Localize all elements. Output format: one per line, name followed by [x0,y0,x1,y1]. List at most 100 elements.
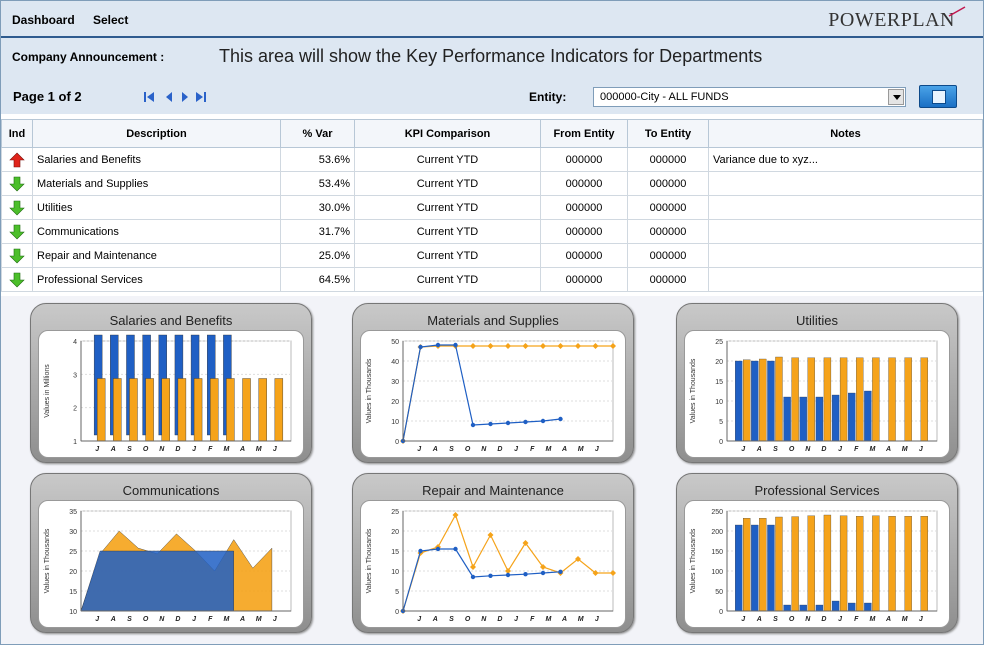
y-tick-label: 15 [391,549,399,556]
page-indicator: Page 1 of 2 [13,89,82,104]
bar [920,357,928,442]
notes-cell [708,171,983,196]
bar [735,524,743,612]
indicator-cell [1,171,33,196]
bar [815,396,824,442]
bar [775,356,783,442]
x-tick-label: O [143,446,149,453]
to-entity-cell: 000000 [627,267,709,292]
from-entity-cell: 000000 [540,171,628,196]
area-series [80,550,234,612]
bar [743,359,751,442]
bar [759,518,767,612]
table-row[interactable]: Salaries and Benefits 53.6% Current YTD 000… [1,147,983,172]
kpi-cell: Current YTD [354,267,541,292]
from-entity-cell: 000000 [540,195,628,220]
x-tick-label: J [417,446,422,453]
indicator-cell [1,219,33,244]
x-tick-label: F [208,446,213,453]
last-page-icon[interactable] [195,91,207,103]
chart-title: Communications [122,483,220,498]
col-ind: Ind [1,119,33,148]
bar [856,516,864,612]
to-entity-cell: 000000 [627,147,709,172]
kpi-cell: Current YTD [354,243,541,268]
var-cell: 25.0% [280,243,355,268]
next-page-icon[interactable] [179,91,191,103]
col-from-entity: From Entity [540,119,628,148]
announcement-text: This area will show the Key Performance … [219,46,763,66]
x-tick-label: S [449,616,454,623]
col-kpi-comparison: KPI Comparison [354,119,541,148]
y-tick-label: 0 [719,609,723,616]
x-tick-label: J [514,446,519,453]
chart-panel-repair: Repair and Maintenance 0 5 10 15 20 25 Values i… [352,473,634,633]
col-notes: Notes [708,119,983,148]
logo-swoosh-icon [948,6,966,17]
menu-dashboard[interactable]: Dashboard [12,13,75,27]
menu-select[interactable]: Select [93,13,128,27]
from-entity-cell: 000000 [540,243,628,268]
to-entity-cell: 000000 [627,171,709,196]
x-tick-label: F [208,616,213,623]
bar [775,516,783,612]
y-axis-label: Values in Thousands [366,358,373,423]
entity-select[interactable]: 000000-City - ALL FUNDS [593,87,906,107]
x-tick-label: N [805,446,811,453]
bar [904,357,912,442]
y-tick-label: 5 [719,419,723,426]
arrow-down-icon [9,248,25,263]
x-tick-label: S [127,616,132,623]
bar [759,358,767,442]
table-row[interactable]: Materials and Supplies 53.4% Current YTD 00… [1,171,983,196]
y-tick-label: 30 [391,379,399,386]
y-tick-label: 35 [69,509,77,516]
var-cell: 64.5% [280,267,355,292]
data-point [470,574,476,580]
x-tick-label: A [756,446,762,453]
table-row[interactable]: Professional Services 64.5% Current YTD 000… [1,267,983,292]
table-row[interactable]: Communications 31.7% Current YTD 000000 0000… [1,219,983,244]
x-tick-label: A [885,446,891,453]
bar [210,378,219,442]
x-tick-label: J [192,616,197,623]
y-tick-label: 1 [73,439,77,446]
bar [96,378,106,442]
go-button[interactable] [919,85,957,108]
x-tick-label: J [919,616,924,623]
bar [807,515,815,612]
x-tick-label: A [110,446,116,453]
data-point [435,342,441,348]
data-point [505,420,511,426]
table-row[interactable]: Repair and Maintenance 25.0% Current YTD 00… [1,243,983,268]
first-page-icon[interactable] [143,91,155,103]
notes-cell [708,243,983,268]
x-tick-label: A [561,446,567,453]
to-entity-cell: 000000 [627,219,709,244]
y-tick-label: 10 [69,609,77,616]
y-tick-label: 2 [73,406,77,413]
x-tick-label: N [159,616,165,623]
bar [888,357,896,442]
x-tick-label: M [869,616,875,623]
x-tick-label: M [545,446,551,453]
from-entity-cell: 000000 [540,219,628,244]
previous-page-icon[interactable] [163,91,175,103]
bar [161,378,170,442]
y-tick-label: 50 [391,339,399,346]
chart-utilities: 0 5 10 15 20 25 Values in Thousands J A S O N D J F M A M… [690,339,938,453]
dropdown-arrow-icon[interactable] [888,89,904,105]
x-tick-label: M [545,616,551,623]
table-header-row: Ind Description % Var KPI Comparison Fro… [1,119,983,148]
bar [113,378,122,442]
chart-communications: 10 15 20 25 30 35 Values in Thousands J A S O N D J F M… [44,509,292,623]
data-point [523,572,528,577]
chart-panel-salaries: Salaries and Benefits 1 2 3 4 Values in Milli… [30,303,312,463]
header-area: Dashboard Select POWERPLAN Company Annou… [1,1,983,114]
y-tick-label: 50 [715,589,723,596]
data-point [558,569,563,574]
indicator-cell [1,243,33,268]
table-row[interactable]: Utilities 30.0% Current YTD 000000 000000 [1,195,983,220]
bar [839,357,848,442]
x-tick-label: A [432,616,438,623]
